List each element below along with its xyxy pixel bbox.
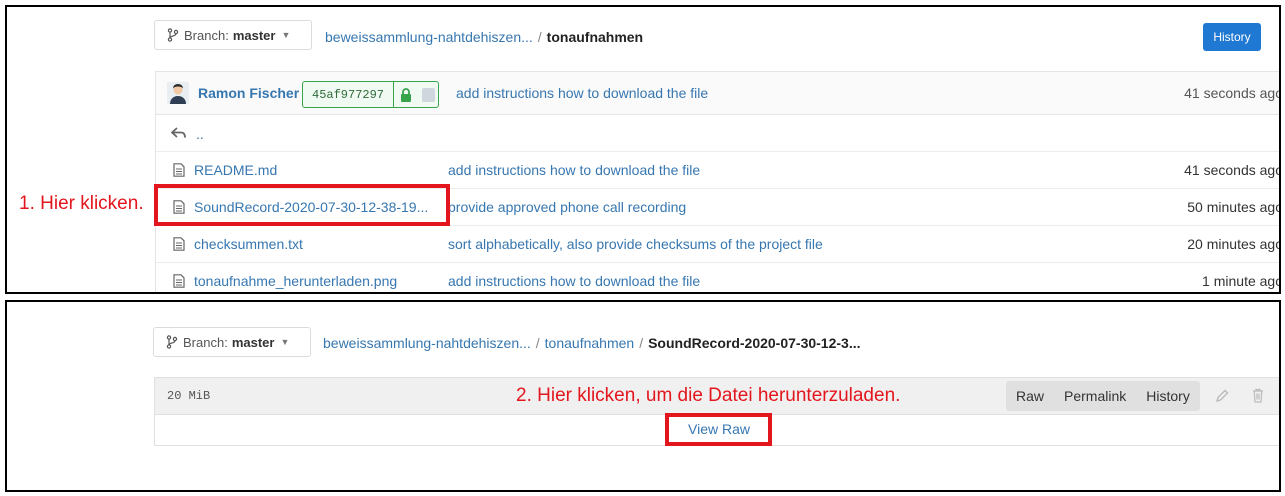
commit-sha-group: 45af977297	[302, 81, 440, 108]
commit-author[interactable]: Ramon Fischer	[198, 85, 299, 101]
branch-dropdown[interactable]: Branch: master ▼	[153, 327, 311, 357]
commit-sha[interactable]: 45af977297	[303, 82, 395, 107]
file-icon	[173, 274, 185, 288]
parent-directory-row[interactable]: ..	[156, 115, 1279, 152]
file-icon	[173, 237, 185, 251]
git-branch-icon	[167, 28, 179, 42]
file-row: tonaufnahme_herunterladen.png add instru…	[156, 263, 1281, 292]
file-tree-table: Ramon Fischer 45af977297 add instruction…	[155, 71, 1281, 292]
highlight-box-view-raw	[665, 413, 772, 446]
file-tree-panel: Branch: master ▼ beweissammlung-nahtdehi…	[5, 5, 1281, 294]
file-commit-message[interactable]: sort alphabetically, also provide checks…	[448, 236, 823, 252]
last-commit-row: Ramon Fischer 45af977297 add instruction…	[156, 72, 1281, 115]
breadcrumb-separator: /	[535, 335, 540, 351]
file-commit-message[interactable]: provide approved phone call recording	[448, 199, 686, 215]
branch-label: Branch:	[183, 334, 228, 350]
branch-name: master	[232, 27, 276, 43]
file-size: 20 MiB	[167, 389, 211, 403]
file-row: checksummen.txt sort alphabetically, als…	[156, 226, 1281, 263]
branch-name: master	[231, 334, 275, 350]
trash-icon[interactable]	[1252, 388, 1264, 403]
file-commit-time: 50 minutes ago	[1187, 199, 1281, 215]
parent-directory-link[interactable]: ..	[196, 126, 204, 142]
file-name-link[interactable]: checksummen.txt	[194, 236, 303, 252]
branch-label: Branch:	[184, 27, 229, 43]
pencil-icon[interactable]	[1215, 389, 1229, 403]
permalink-button[interactable]: Permalink	[1054, 388, 1136, 404]
file-name-link[interactable]: tonaufnahme_herunterladen.png	[194, 273, 397, 289]
file-commit-message[interactable]: add instructions how to download the fil…	[448, 162, 700, 178]
file-commit-time: 1 minute ago	[1202, 273, 1281, 289]
breadcrumb-current-folder: tonaufnahmen	[546, 29, 644, 45]
breadcrumb-current-file: SoundRecord-2020-07-30-12-3...	[648, 335, 861, 351]
history-button[interactable]: History	[1136, 388, 1200, 404]
file-name-link[interactable]: README.md	[194, 162, 277, 178]
breadcrumb: beweissammlung-nahtdehiszen... / tonaufn…	[323, 335, 861, 351]
branch-dropdown[interactable]: Branch: master ▼	[154, 20, 312, 50]
breadcrumb-project[interactable]: beweissammlung-nahtdehiszen...	[323, 335, 531, 351]
reply-arrow-icon	[171, 127, 186, 138]
avatar[interactable]	[167, 82, 189, 104]
file-icon	[173, 163, 185, 177]
lock-icon	[394, 82, 418, 107]
file-commit-time: 41 seconds ago	[1184, 162, 1281, 178]
git-branch-icon	[166, 335, 178, 349]
blob-actions: Raw Permalink History	[1006, 381, 1200, 411]
breadcrumb-separator: /	[537, 29, 542, 45]
breadcrumb-separator: /	[639, 335, 644, 351]
breadcrumb-folder[interactable]: tonaufnahmen	[545, 335, 635, 351]
file-commit-message[interactable]: add instructions how to download the fil…	[448, 273, 700, 289]
chevron-down-icon: ▼	[281, 30, 291, 40]
history-button[interactable]: History	[1203, 23, 1261, 51]
commit-message[interactable]: add instructions how to download the fil…	[456, 85, 708, 101]
commit-time: 41 seconds ago	[1184, 85, 1281, 101]
file-view-panel: Branch: master ▼ beweissammlung-nahtdehi…	[5, 300, 1281, 492]
breadcrumb-project[interactable]: beweissammlung-nahtdehiszen...	[325, 29, 533, 45]
breadcrumb: beweissammlung-nahtdehiszen... / tonaufn…	[325, 29, 643, 45]
signer-avatar	[418, 82, 438, 107]
raw-button[interactable]: Raw	[1006, 388, 1054, 404]
annotation-step-1: 1. Hier klicken.	[19, 193, 144, 214]
chevron-down-icon: ▼	[280, 337, 290, 347]
highlight-box-file	[154, 184, 450, 226]
file-commit-time: 20 minutes ago	[1187, 236, 1281, 252]
annotation-step-2: 2. Hier klicken, um die Datei herunterzu…	[516, 385, 901, 406]
